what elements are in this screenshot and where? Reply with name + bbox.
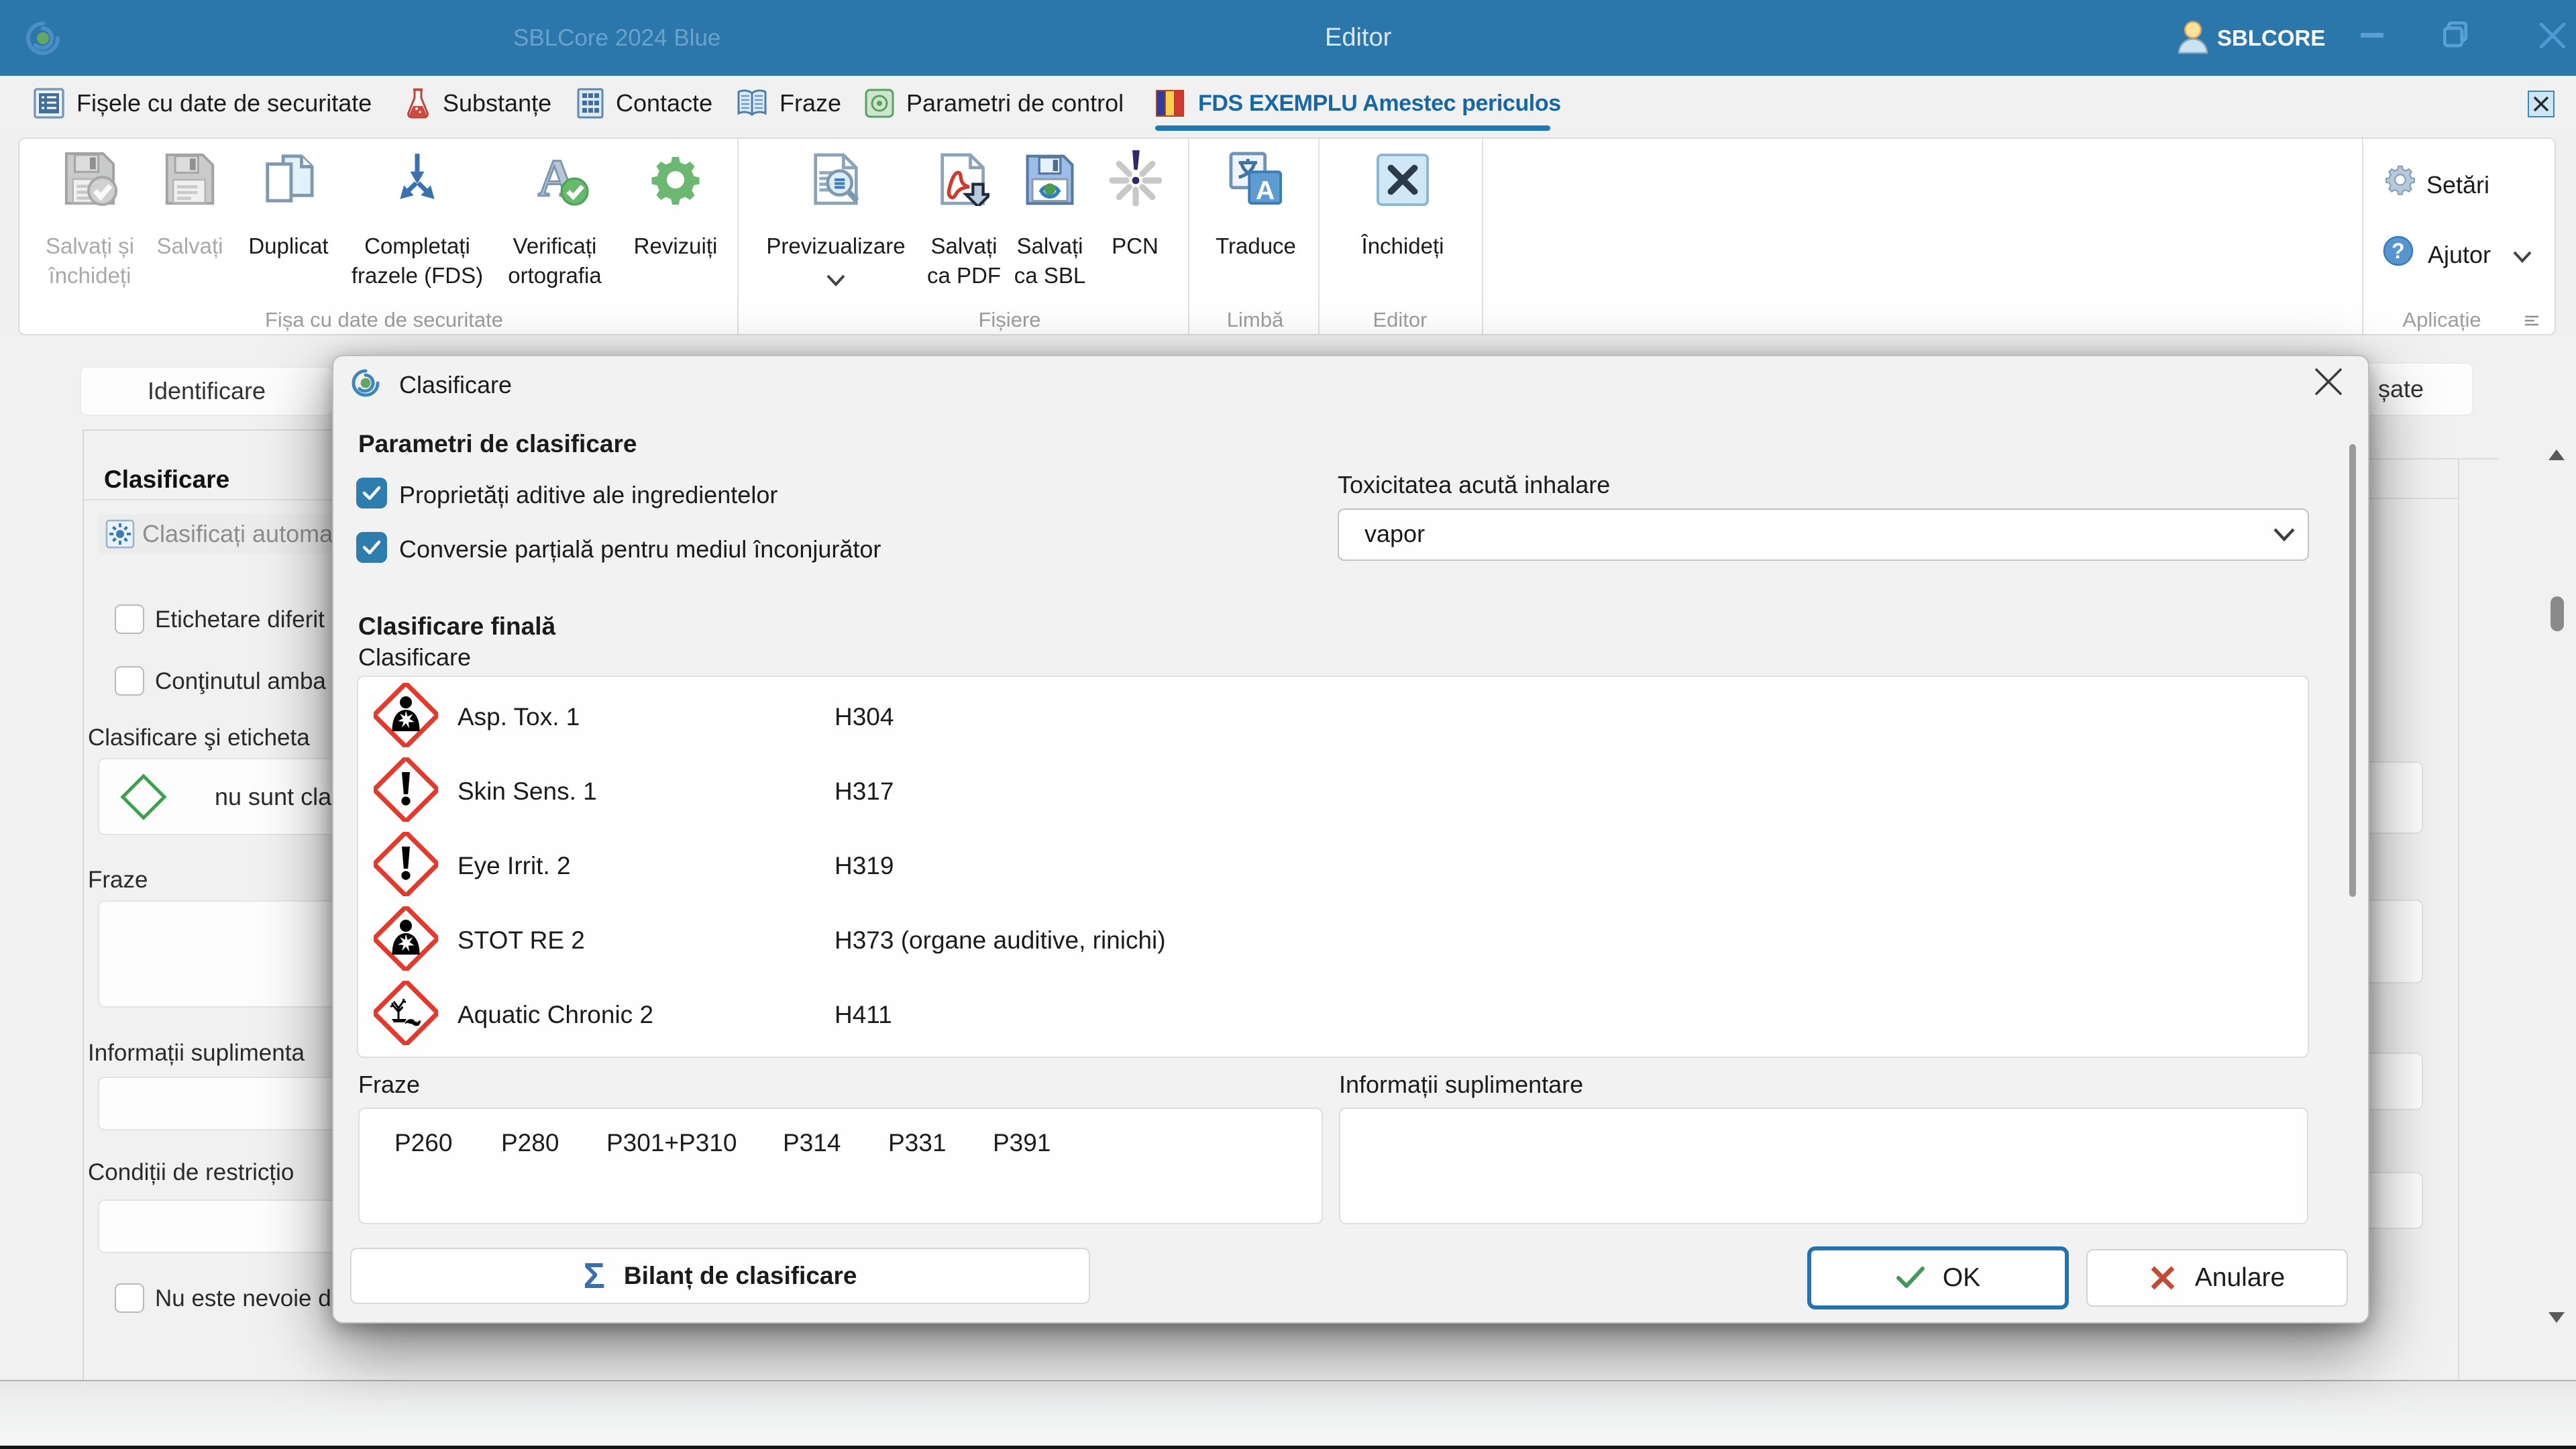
svg-text:?: ? [2392,239,2405,263]
svg-text:A: A [1256,176,1275,205]
